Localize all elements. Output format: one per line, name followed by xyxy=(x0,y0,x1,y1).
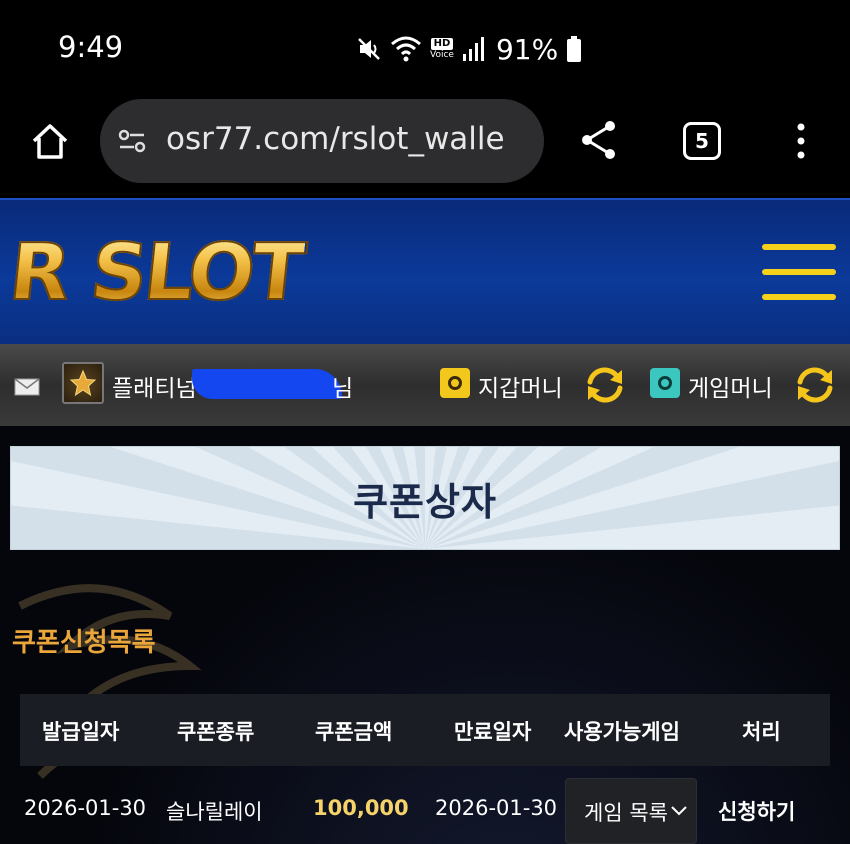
apply-coupon-button[interactable]: 신청하기 xyxy=(718,796,795,826)
wifi-icon xyxy=(391,36,421,62)
chevron-down-icon xyxy=(671,806,687,816)
battery-percent: 91% xyxy=(495,32,559,66)
rank-name: 플래티넘 xyxy=(112,376,197,402)
game-safe-icon xyxy=(650,368,680,398)
wallet-refresh-icon[interactable] xyxy=(582,362,628,408)
battery-icon xyxy=(567,36,582,62)
header-action: 처리 xyxy=(742,720,781,744)
table-header: 발급일자 쿠폰종류 쿠폰금액 만료일자 사용가능게임 처리 xyxy=(20,694,830,766)
header-coupon-type: 쿠폰종류 xyxy=(177,720,255,744)
cell-coupon-amount: 100,000 xyxy=(313,796,409,820)
status-bar: 9:49 HD Voice 91% xyxy=(0,0,850,95)
banner-title: 쿠폰상자 xyxy=(353,479,497,524)
site-settings-icon[interactable] xyxy=(116,125,148,157)
table-row: 2026-01-30 슬나릴레이 100,000 2026-01-30 게임 목… xyxy=(0,776,850,844)
main-content: 쿠폰상자 쿠폰신청목록 발급일자 쿠폰종류 쿠폰금액 만료일자 사용가능게임 처… xyxy=(0,426,850,844)
header-issue-date: 발급일자 xyxy=(42,720,120,744)
header-coupon-amount: 쿠폰금액 xyxy=(315,720,393,744)
section-title: 쿠폰신청목록 xyxy=(12,628,156,658)
wallet-money-label: 지갑머니 xyxy=(478,376,563,402)
home-icon[interactable] xyxy=(28,119,72,163)
url-text[interactable]: osr77.com/rslot_walle xyxy=(166,121,505,157)
hd-voice-icon: HD Voice xyxy=(430,38,454,60)
rank-suffix: 님 xyxy=(332,376,354,402)
signal-icon xyxy=(462,37,484,61)
star-icon xyxy=(69,369,97,397)
game-money-refresh-icon[interactable] xyxy=(792,362,838,408)
cell-expiry-date: 2026-01-30 xyxy=(435,796,558,820)
header-available-games: 사용가능게임 xyxy=(564,720,680,744)
game-list-select[interactable]: 게임 목록 xyxy=(565,778,697,844)
coupon-box-banner: 쿠폰상자 xyxy=(10,446,840,550)
hd-label: HD xyxy=(430,38,454,50)
cell-coupon-type: 슬나릴레이 xyxy=(166,800,263,824)
hamburger-menu-icon[interactable] xyxy=(762,244,836,300)
more-menu-icon[interactable] xyxy=(790,121,812,161)
game-select-value: 게임 목록 xyxy=(584,801,668,825)
rank-badge-icon xyxy=(62,362,104,404)
status-time: 9:49 xyxy=(58,30,124,64)
address-bar[interactable]: osr77.com/rslot_walle xyxy=(100,99,544,183)
header-expiry-date: 만료일자 xyxy=(454,720,532,744)
site-logo[interactable]: R SLOT xyxy=(4,227,307,319)
browser-toolbar: osr77.com/rslot_walle 5 xyxy=(0,95,850,198)
voice-label: Voice xyxy=(430,50,454,60)
game-money-label: 게임머니 xyxy=(688,376,773,402)
mute-icon xyxy=(358,38,380,60)
mail-icon[interactable] xyxy=(14,378,40,396)
cell-issue-date: 2026-01-30 xyxy=(24,796,147,820)
tab-switcher-button[interactable]: 5 xyxy=(683,122,721,160)
user-info-bar: 플래티넘 님 지갑머니 게임머니 xyxy=(0,344,850,426)
redacted-username xyxy=(192,369,342,399)
status-icons: HD Voice 91% xyxy=(356,32,582,66)
wallet-safe-icon xyxy=(440,368,470,398)
site-header: R SLOT xyxy=(0,198,850,344)
share-icon[interactable] xyxy=(578,118,620,162)
